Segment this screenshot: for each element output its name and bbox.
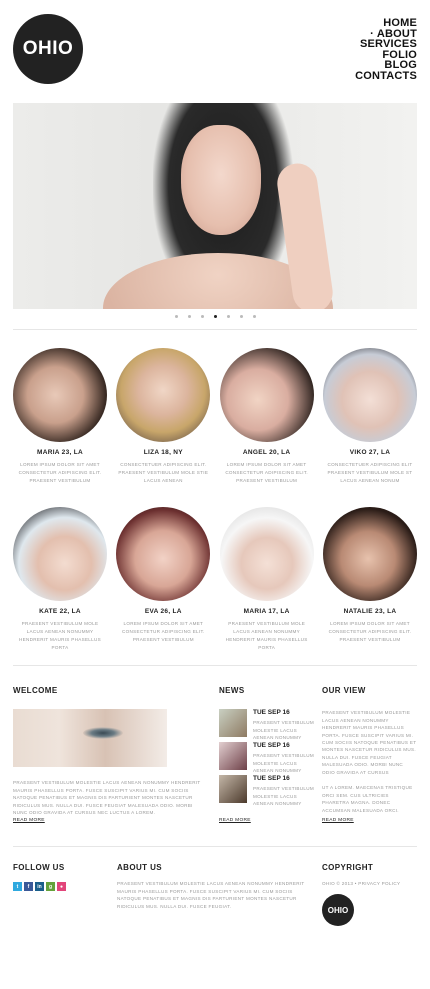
slider-dot[interactable]	[252, 315, 256, 318]
welcome-image	[13, 709, 167, 767]
model-card[interactable]: EVA 26, LA LOREM IPSUM DOLOR SIT AMET CO…	[116, 507, 211, 652]
news-date[interactable]: TUE SEP 16	[253, 709, 290, 716]
model-card[interactable]: ANGEL 20, LA LOREM IPSUM DOLOR SIT AMET …	[219, 348, 314, 485]
welcome-eye	[83, 727, 123, 739]
models-row-1: MARIA 23, LA LOREM IPSUM DOLOR SIT AMET …	[13, 348, 417, 485]
ourview-paragraph-1: PRAESENT VESTIBULUM MOLESTIE LACUS AENEA…	[322, 710, 417, 746]
model-name[interactable]: NATALIE 23, LA	[323, 608, 417, 615]
slider-dot[interactable]	[174, 315, 178, 318]
model-card[interactable]: NATALIE 23, LA LOREM IPSUM DOLOR SIT AME…	[322, 507, 417, 652]
divider	[13, 846, 417, 847]
facebook-icon[interactable]: f	[24, 882, 33, 891]
model-photo[interactable]	[116, 348, 211, 442]
divider	[13, 665, 417, 666]
model-name[interactable]: MARIA 23, LA	[13, 449, 107, 456]
news-thumb[interactable]	[219, 709, 247, 737]
model-desc: PRAESENT VESTIBULUM MOLE LACUS AENEAN NO…	[19, 621, 101, 650]
slider-dot-active[interactable]	[213, 315, 217, 318]
model-card[interactable]: VIKO 27, LA CONSECTETUER ADIPISCING ELIT…	[322, 348, 417, 485]
news-text: PRAESENT VESTIBULUM MOLESTIE LACUS AENEA…	[253, 720, 315, 741]
follow-title: FOLLOW US	[13, 863, 65, 872]
divider	[13, 329, 417, 330]
main-nav: HOME · ABOUT SERVICES FOLIO BLOG CONTACT…	[355, 18, 417, 81]
hero-face	[181, 125, 261, 235]
nav-services[interactable]: SERVICES	[355, 39, 417, 50]
model-name[interactable]: ANGEL 20, LA	[220, 449, 314, 456]
model-name[interactable]: LIZA 18, NY	[116, 449, 210, 456]
model-photo[interactable]	[219, 507, 314, 601]
linkedin-icon[interactable]: in	[35, 882, 44, 891]
news-date[interactable]: TUE SEP 16	[253, 775, 290, 782]
model-desc: PRAESENT VESTIBULUM MOLE LACUS AENEAN NO…	[225, 621, 308, 650]
news-item[interactable]: TUE SEP 16 PRAESENT VESTIBULUM MOLESTIE …	[219, 775, 314, 806]
news-item[interactable]: TUE SEP 16 PRAESENT VESTIBULUM MOLESTIE …	[219, 742, 314, 773]
site-logo[interactable]: OHIO	[13, 14, 83, 84]
model-desc: CONSECTETUER ADIPISCING ELIT PRAESENT VE…	[327, 462, 413, 483]
slider-dot[interactable]	[226, 315, 230, 318]
dribbble-icon[interactable]: ●	[57, 882, 66, 891]
copyright-title: COPYRIGHT	[322, 863, 374, 872]
news-title: NEWS	[219, 686, 245, 695]
slider-dot[interactable]	[239, 315, 243, 318]
social-icons: t f in g ●	[13, 882, 66, 891]
news-text: PRAESENT VESTIBULUM MOLESTIE LACUS AENEA…	[253, 786, 315, 807]
slider-dot[interactable]	[200, 315, 204, 318]
nav-blog[interactable]: BLOG	[355, 60, 417, 71]
footer-logo[interactable]: OHIO	[322, 894, 354, 926]
ourview-paragraph-3: UT A LOREM. MAECENAS TRISTIQUE ORCI SEM.…	[322, 785, 413, 813]
slider-dot[interactable]	[187, 315, 191, 318]
model-name[interactable]: KATE 22, LA	[13, 608, 107, 615]
welcome-title: WELCOME	[13, 686, 58, 695]
news-thumb[interactable]	[219, 775, 247, 803]
twitter-icon[interactable]: t	[13, 882, 22, 891]
model-card[interactable]: KATE 22, LA PRAESENT VESTIBULUM MOLE LAC…	[13, 507, 107, 652]
models-row-2: KATE 22, LA PRAESENT VESTIBULUM MOLE LAC…	[13, 507, 417, 652]
model-photo[interactable]	[13, 348, 107, 442]
news-thumb[interactable]	[219, 742, 247, 770]
model-desc: LOREM IPSUM DOLOR SIT AMET CONSECTETUR A…	[18, 462, 102, 483]
welcome-read-more-link[interactable]: READ MORE	[13, 818, 45, 823]
ourview-title: OUR VIEW	[322, 686, 366, 695]
news-date[interactable]: TUE SEP 16	[253, 742, 290, 749]
copyright-text[interactable]: OHIO © 2013 • PRIVACY POLICY	[322, 880, 417, 888]
model-desc: LOREM IPSUM DOLOR SIT AMET CONSECTETUR A…	[328, 621, 412, 642]
google-icon[interactable]: g	[46, 882, 55, 891]
model-card[interactable]: LIZA 18, NY CONSECTETUER ADIPISCING ELIT…	[116, 348, 211, 485]
model-photo[interactable]	[116, 507, 211, 601]
news-read-more-link[interactable]: READ MORE	[219, 818, 251, 823]
ourview-read-more-link[interactable]: READ MORE	[322, 818, 354, 823]
news-item[interactable]: TUE SEP 16 PRAESENT VESTIBULUM MOLESTIE …	[219, 709, 314, 740]
model-card[interactable]: MARIA 23, LA LOREM IPSUM DOLOR SIT AMET …	[13, 348, 107, 485]
about-title: ABOUT US	[117, 863, 162, 872]
hero-slider-image	[13, 103, 417, 309]
model-desc: CONSECTETUER ADIPISCING ELIT. PRAESENT V…	[118, 462, 209, 483]
model-name[interactable]: VIKO 27, LA	[323, 449, 417, 456]
model-name[interactable]: EVA 26, LA	[116, 608, 210, 615]
model-photo[interactable]	[13, 507, 107, 601]
nav-contacts[interactable]: CONTACTS	[355, 70, 417, 82]
news-text: PRAESENT VESTIBULUM MOLESTIE LACUS AENEA…	[253, 753, 315, 774]
nav-home[interactable]: HOME	[355, 18, 417, 29]
model-desc: LOREM IPSUM DOLOR SIT AMET CONSECTETUR A…	[121, 621, 205, 642]
ourview-paragraph-2: MONTES NASCETUR RIDICULUS MUS. NULLA DUI…	[322, 747, 416, 775]
model-photo[interactable]	[322, 348, 417, 442]
welcome-text: PRAESENT VESTIBULUM MOLESTIE LACUS AENEA…	[13, 780, 201, 816]
about-text: PRAESENT VESTIBULUM MOLESTIE LACUS AENEA…	[117, 881, 305, 909]
model-photo[interactable]	[219, 348, 314, 442]
slider-pagination	[0, 315, 430, 318]
model-desc: LOREM IPSUM DOLOR SIT AMET CONSECTETUR A…	[225, 462, 308, 483]
model-name[interactable]: MARIA 17, LA	[220, 608, 314, 615]
model-photo[interactable]	[322, 507, 417, 601]
model-card[interactable]: MARIA 17, LA PRAESENT VESTIBULUM MOLE LA…	[219, 507, 314, 652]
